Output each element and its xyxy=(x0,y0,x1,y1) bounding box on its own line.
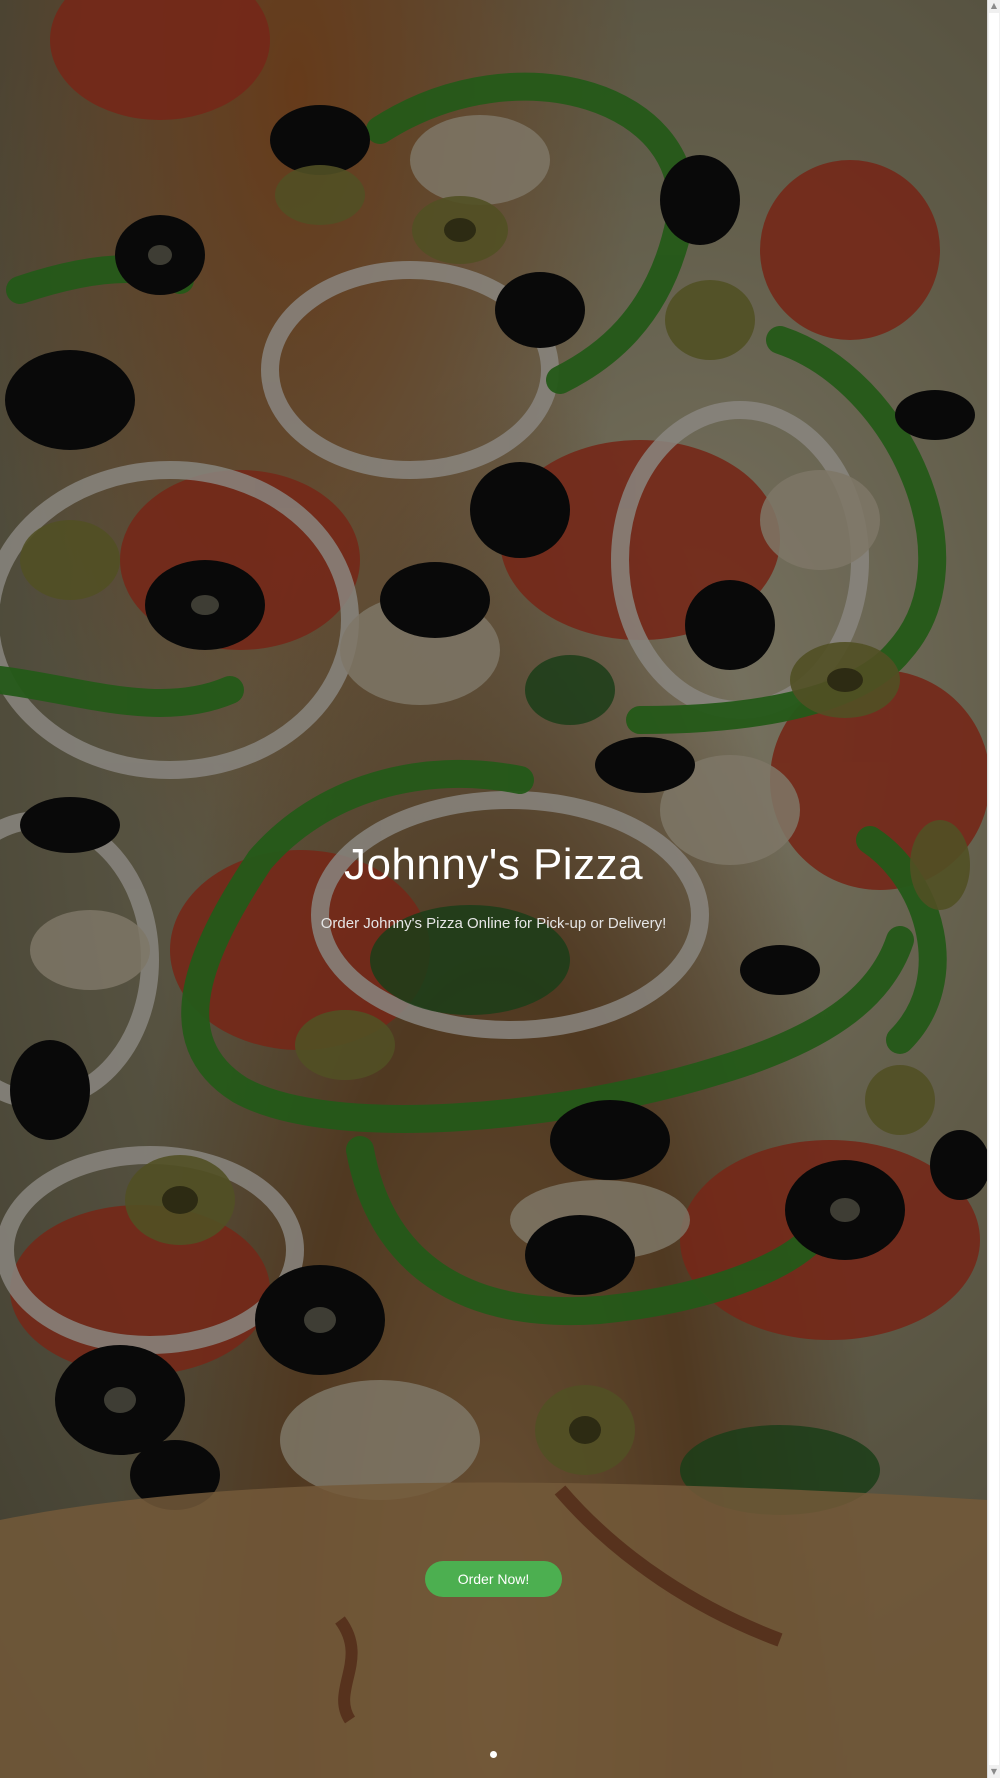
scrollbar-thumb[interactable] xyxy=(989,13,999,1765)
triangle-up-icon[interactable]: ▲ xyxy=(988,0,1000,12)
page-subtitle: Order Johnny's Pizza Online for Pick-up … xyxy=(320,915,667,932)
hero-section: Johnny's Pizza Order Johnny's Pizza Onli… xyxy=(0,0,987,1778)
landing-page: Johnny's Pizza Order Johnny's Pizza Onli… xyxy=(0,0,1000,1778)
dot-icon[interactable] xyxy=(490,1751,497,1758)
window-scrollbar[interactable]: ▲ ▼ xyxy=(987,0,1000,1778)
page-title: Johnny's Pizza xyxy=(343,840,644,889)
order-now-button[interactable]: Order Now! xyxy=(425,1561,562,1597)
triangle-down-icon[interactable]: ▼ xyxy=(988,1766,1000,1778)
